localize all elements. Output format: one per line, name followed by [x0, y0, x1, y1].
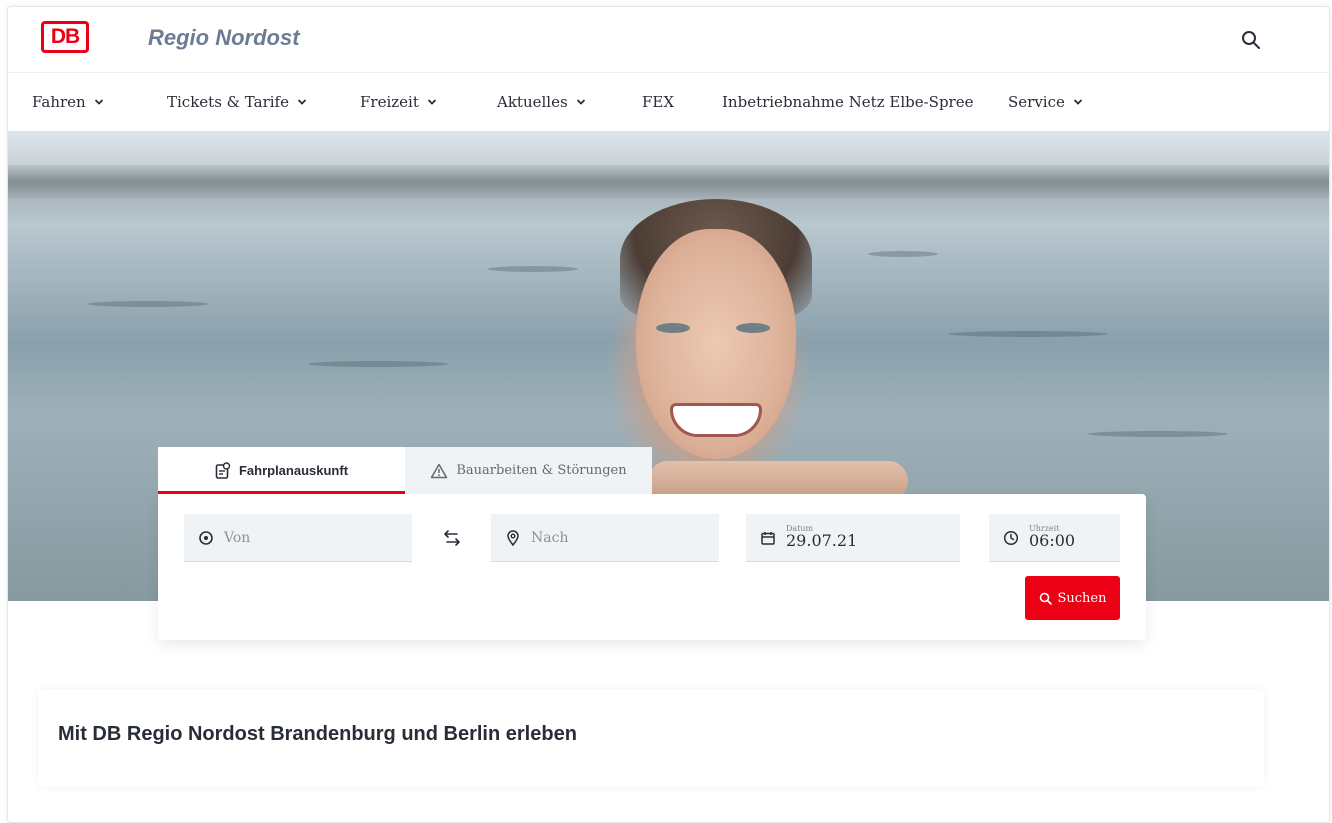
location-pin-icon	[507, 529, 519, 546]
search-button-label: Suchen	[1057, 590, 1107, 606]
db-logo[interactable]: DB	[41, 21, 89, 53]
nav-item-tickets-tarife[interactable]: Tickets & Tarife	[167, 93, 307, 111]
hero-horizon	[8, 165, 1329, 199]
hero-wave	[88, 301, 208, 307]
top-bar: DB Regio Nordost	[8, 7, 1329, 73]
date-field[interactable]: Datum 29.07.21	[746, 514, 960, 562]
chevron-down-icon	[94, 99, 103, 105]
nav-item-inbetriebnahme[interactable]: Inbetriebnahme Netz Elbe-Spree	[722, 93, 973, 111]
swap-icon[interactable]	[442, 528, 462, 548]
timetable-icon	[215, 461, 231, 479]
journey-search-form: Von Nach Datum 29.07.21 Uhrzeit 06:00 Su…	[158, 494, 1146, 640]
chevron-down-icon	[297, 99, 307, 105]
hero-wave	[488, 266, 578, 272]
search-tabs: Fahrplanauskunft Bauarbeiten & Störungen	[158, 447, 652, 494]
origin-icon	[199, 530, 213, 545]
to-placeholder: Nach	[531, 529, 569, 546]
clock-icon	[1003, 530, 1019, 545]
nav-item-label: Fahren	[32, 93, 86, 111]
nav-item-label: FEX	[642, 93, 675, 111]
chevron-down-icon	[427, 99, 436, 105]
nav-item-label: Freizeit	[360, 93, 419, 111]
tab-label: Bauarbeiten & Störungen	[456, 463, 627, 478]
tab-fahrplanauskunft[interactable]: Fahrplanauskunft	[158, 447, 405, 494]
hero-person-eye	[656, 323, 690, 333]
search-icon[interactable]	[1240, 29, 1262, 51]
hero-wave	[1088, 431, 1228, 437]
to-field[interactable]: Nach	[491, 514, 719, 562]
time-field[interactable]: Uhrzeit 06:00	[989, 514, 1120, 562]
page-frame: DB Regio Nordost Fahren Tickets & Tarife…	[7, 6, 1330, 823]
nav-item-label: Inbetriebnahme Netz Elbe-Spree	[722, 93, 974, 111]
search-button[interactable]: Suchen	[1025, 576, 1120, 620]
hero-person-eye	[736, 323, 770, 333]
hero-wave	[948, 331, 1108, 337]
warning-icon	[431, 463, 448, 478]
date-value: 29.07.21	[786, 531, 858, 551]
section-heading: Mit DB Regio Nordost Brandenburg und Ber…	[58, 723, 577, 745]
from-placeholder: Von	[224, 529, 251, 546]
nav-item-label: Aktuelles	[497, 93, 568, 111]
chevron-down-icon	[1073, 99, 1083, 105]
nav-item-fex[interactable]: FEX	[642, 93, 674, 111]
intro-section: Mit DB Regio Nordost Brandenburg und Ber…	[38, 689, 1264, 787]
search-icon	[1039, 592, 1052, 605]
main-navigation: Fahren Tickets & Tarife Freizeit Aktuell…	[8, 73, 1329, 131]
nav-item-freizeit[interactable]: Freizeit	[360, 93, 437, 111]
chevron-down-icon	[576, 99, 585, 105]
tab-label: Fahrplanauskunft	[238, 463, 349, 478]
hero-wave	[308, 361, 448, 367]
nav-item-label: Service	[1008, 93, 1065, 111]
time-value: 06:00	[1029, 531, 1076, 551]
nav-item-label: Tickets & Tarife	[167, 93, 289, 111]
nav-item-fahren[interactable]: Fahren	[32, 93, 104, 111]
hero-wave	[868, 251, 938, 257]
from-field[interactable]: Von	[184, 514, 412, 562]
brand-name[interactable]: Regio Nordost	[148, 25, 300, 51]
calendar-icon	[761, 531, 775, 545]
hero-person-smile	[670, 403, 762, 437]
nav-item-service[interactable]: Service	[1008, 93, 1083, 111]
nav-item-aktuelles[interactable]: Aktuelles	[497, 93, 586, 111]
tab-bauarbeiten-stoerungen[interactable]: Bauarbeiten & Störungen	[405, 447, 652, 494]
